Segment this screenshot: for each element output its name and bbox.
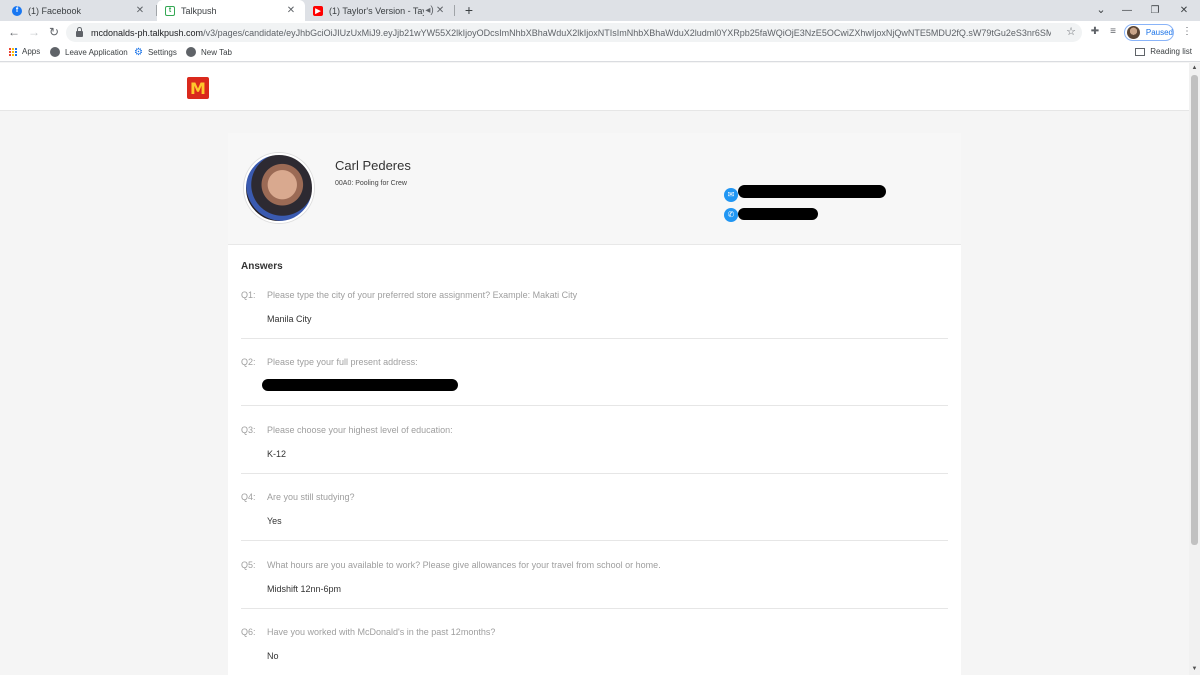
restore-icon[interactable]: ❐ [1141, 0, 1169, 21]
reading-list-button[interactable]: Reading list [1135, 47, 1192, 56]
question-text: Have you worked with McDonald's in the p… [267, 627, 496, 637]
divider [241, 405, 948, 406]
mcdonalds-logo-icon[interactable]: M [187, 77, 209, 99]
browser-toolbar: ← → ↻ mcdonalds-ph.talkpush.com/v3/pages… [0, 21, 1200, 44]
redacted-address [262, 379, 458, 391]
question-text: Please type the city of your preferred s… [267, 290, 578, 300]
answer-text: K-12 [267, 449, 287, 459]
tab-youtube[interactable]: ▶ (1) Taylor's Version - Taylor S ◂) ✕ [305, 0, 453, 21]
question-number: Q4: [241, 492, 256, 502]
answer-text: Manila City [267, 314, 312, 324]
bookmarks-bar: Apps Leave Application ⚙ Settings New Ta… [0, 44, 1200, 62]
tab-facebook[interactable]: f (1) Facebook ✕ [4, 0, 154, 21]
gear-icon: ⚙ [134, 47, 143, 58]
scroll-up-icon[interactable]: ▲ [1189, 63, 1200, 74]
candidate-campaign: 00A0: Pooling for Crew [335, 180, 407, 187]
minimize-icon[interactable]: — [1113, 0, 1141, 21]
bookmark-star-icon[interactable]: ☆ [1066, 25, 1076, 38]
close-icon[interactable]: ✕ [435, 5, 445, 16]
bookmark-label: Settings [147, 48, 177, 57]
phone-icon: ✆ [724, 208, 738, 222]
bookmark-label: New Tab [201, 47, 232, 57]
back-icon[interactable]: ← [6, 24, 22, 40]
divider [241, 473, 948, 474]
contact-email: ✉ [724, 188, 738, 202]
divider [241, 608, 948, 609]
page-scrollbar[interactable]: ▲ ▼ [1189, 63, 1200, 675]
talkpush-icon: t [165, 5, 175, 16]
bookmark-label: Apps [22, 47, 41, 56]
question-number: Q3: [241, 425, 256, 435]
question-text: Please choose your highest level of educ… [267, 425, 453, 435]
lock-icon [76, 27, 83, 37]
question-number: Q6: [241, 627, 256, 637]
candidate-card: Carl Pederes 00A0: Pooling for Crew ✉ ✆ … [228, 133, 961, 675]
reload-icon[interactable]: ↻ [46, 24, 62, 40]
forward-icon[interactable]: → [26, 24, 42, 40]
avatar [1127, 26, 1140, 39]
contact-phone: ✆ [724, 208, 738, 222]
question-number: Q1: [241, 290, 256, 300]
question-text: Please type your full present address: [267, 357, 418, 367]
bookmark-leave-application[interactable]: Leave Application [50, 47, 128, 57]
divider [241, 540, 948, 541]
bookmark-new-tab[interactable]: New Tab [186, 47, 232, 57]
profile-status: Paused [1145, 28, 1173, 37]
answers-heading: Answers [241, 261, 283, 272]
answer-text: Yes [267, 516, 282, 526]
page-viewport: M Carl Pederes 00A0: Pooling for Crew ✉ … [0, 63, 1189, 675]
window-close-icon[interactable]: ✕ [1170, 0, 1198, 21]
tab-title: (1) Taylor's Version - Taylor S [329, 5, 424, 16]
address-bar[interactable]: mcdonalds-ph.talkpush.com/v3/pages/candi… [66, 23, 1082, 42]
redacted-phone [738, 208, 818, 220]
question-text: Are you still studying? [267, 492, 355, 502]
bookmark-apps[interactable]: Apps [9, 47, 40, 56]
menu-kebab-icon[interactable]: ⋮ [1180, 25, 1194, 39]
candidate-avatar [244, 153, 314, 223]
question-number: Q2: [241, 357, 256, 367]
tab-search-icon[interactable]: ⌄ [1087, 0, 1115, 21]
divider [241, 338, 948, 339]
scroll-down-icon[interactable]: ▼ [1189, 664, 1200, 675]
extensions-icon[interactable]: ✚ [1088, 25, 1102, 39]
candidate-profile: Carl Pederes 00A0: Pooling for Crew ✉ ✆ [228, 133, 961, 245]
scroll-thumb[interactable] [1191, 75, 1198, 545]
answer-text: Midshift 12nn-6pm [267, 584, 342, 594]
bookmark-settings[interactable]: ⚙ Settings [134, 47, 177, 58]
youtube-icon: ▶ [313, 5, 323, 16]
tab-title: Talkpush [181, 5, 217, 16]
reading-list-label: Reading list [1150, 47, 1192, 56]
new-tab-button[interactable]: + [460, 1, 478, 19]
url-text: mcdonalds-ph.talkpush.com/v3/pages/candi… [91, 27, 1051, 38]
reading-list-icon [1135, 47, 1146, 56]
speaker-icon[interactable]: ◂) [424, 5, 435, 16]
question-number: Q5: [241, 560, 256, 570]
candidate-name: Carl Pederes [335, 158, 411, 173]
profile-button[interactable]: Paused [1124, 24, 1174, 41]
globe-icon [50, 47, 60, 57]
tab-strip: f (1) Facebook ✕ t Talkpush ✕ ▶ (1) Tayl… [0, 0, 1200, 21]
facebook-icon: f [12, 5, 22, 16]
bookmark-label: Leave Application [65, 47, 128, 57]
redacted-email [738, 185, 886, 198]
question-text: What hours are you available to work? Pl… [267, 560, 661, 570]
answer-text: No [267, 651, 279, 661]
tab-title: (1) Facebook [28, 5, 82, 16]
tab-talkpush[interactable]: t Talkpush ✕ [157, 0, 305, 21]
email-icon: ✉ [724, 188, 738, 202]
tab-divider [454, 5, 455, 16]
close-icon[interactable]: ✕ [134, 5, 146, 16]
close-icon[interactable]: ✕ [285, 5, 297, 16]
apps-grid-icon [9, 47, 17, 56]
site-header: M [0, 63, 1189, 111]
media-controls-icon[interactable]: ≡ [1106, 25, 1120, 39]
globe-icon [186, 47, 196, 57]
